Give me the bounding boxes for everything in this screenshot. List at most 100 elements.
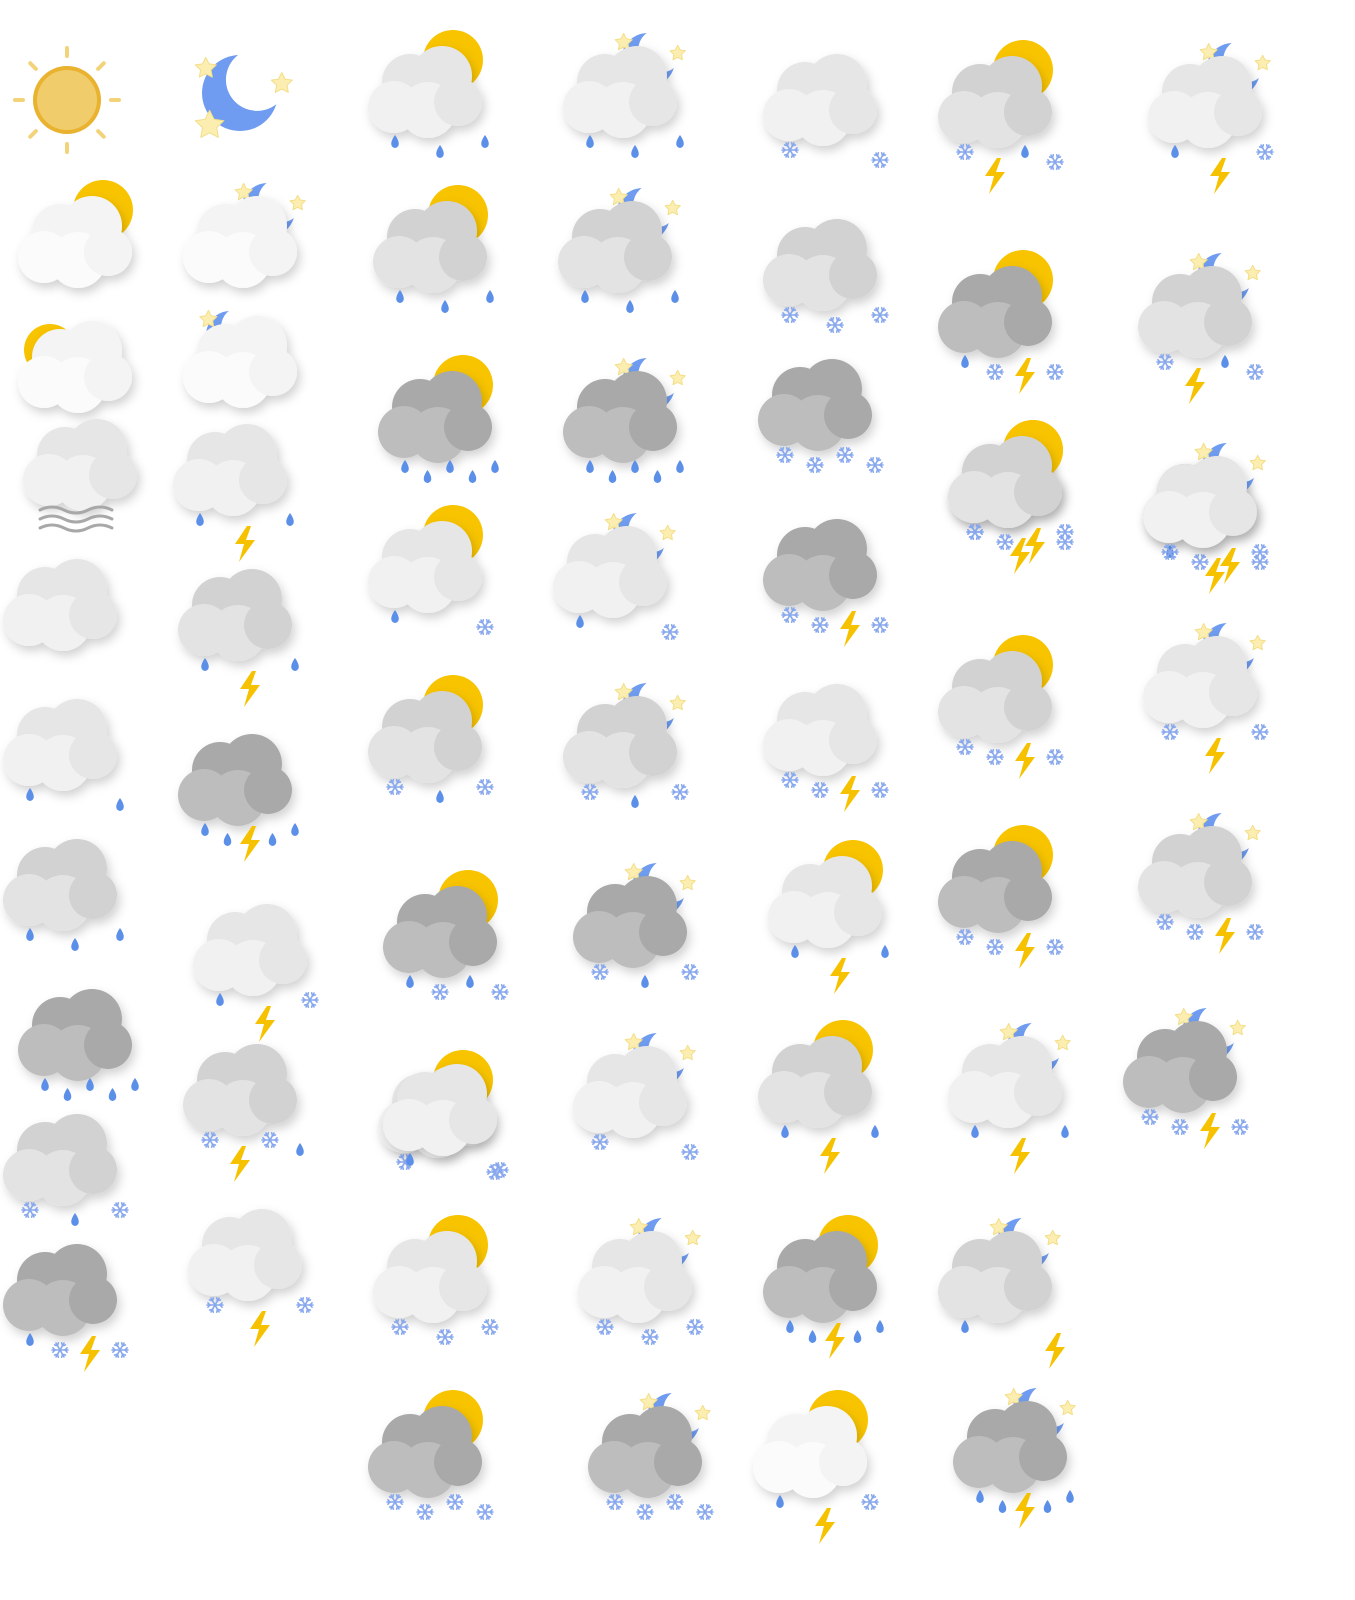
night-rain-thunder-icon	[1148, 38, 1274, 194]
snowflake-icon	[781, 771, 799, 789]
raindrop-icon	[468, 470, 477, 483]
raindrop-icon	[86, 1078, 94, 1091]
raindrop-icon	[116, 928, 124, 941]
snowflake-icon	[811, 616, 829, 634]
day-heavy-thunder-rain-icon	[763, 1215, 884, 1359]
snowflake-icon	[636, 1503, 654, 1521]
cloud-shape	[183, 1044, 297, 1136]
heavy-rain-icon	[18, 989, 139, 1101]
cloud-shape	[573, 1046, 687, 1138]
cloud-shape	[3, 699, 117, 791]
raindrop-icon	[1021, 145, 1029, 158]
cloud-shape	[373, 201, 487, 293]
cloudy-icon	[3, 559, 117, 651]
cloud-shape	[1143, 636, 1257, 728]
cloud-shape	[558, 201, 672, 293]
raindrop-icon	[201, 823, 209, 836]
snowflake-icon	[431, 983, 449, 1001]
raindrop-icon	[436, 790, 444, 803]
lightning-bolt-icon	[815, 1508, 835, 1544]
snowflake-icon	[596, 1318, 614, 1336]
night-partly-cloudy-icon	[183, 178, 306, 288]
lightning-bolt-icon	[80, 1336, 100, 1372]
lightning-bolt-icon	[1185, 368, 1205, 404]
raindrop-icon	[446, 460, 454, 473]
snowflake-icon	[111, 1201, 129, 1219]
cloud-shape	[188, 1209, 302, 1301]
day-sleet-icon	[368, 505, 494, 636]
light-snow-thunder-icon	[188, 1209, 314, 1347]
cloud-shape	[573, 876, 687, 968]
raindrop-icon	[196, 513, 204, 526]
lightning-bolt-icon	[840, 776, 860, 812]
cloud-shape	[1143, 456, 1257, 548]
raindrop-icon	[676, 135, 684, 148]
raindrop-icon	[791, 945, 799, 958]
snowflake-icon	[1161, 723, 1179, 741]
night-heavy-rain-thunder-icon	[953, 1383, 1076, 1529]
cloud-shape	[768, 856, 882, 948]
clear-day-icon	[13, 46, 121, 154]
cloud-shape	[578, 1231, 692, 1323]
snowflake-icon	[986, 748, 1004, 766]
lightning-bolt-icon	[240, 826, 260, 862]
raindrop-icon	[436, 145, 444, 158]
night-thunder-rain-icon	[938, 1213, 1065, 1369]
snowflake-icon	[1251, 543, 1269, 561]
cloud-shape	[563, 46, 677, 138]
snowflake-icon	[581, 783, 599, 801]
snowflake-icon	[641, 1328, 659, 1346]
cloud-shape	[3, 559, 117, 651]
snowflake-icon	[261, 1131, 279, 1149]
cloud-shape	[938, 1231, 1052, 1323]
snowflake-icon	[51, 1341, 69, 1359]
snowflake-icon	[806, 456, 824, 474]
day-snow-storm-icon	[948, 420, 1074, 564]
cloud-shape	[178, 734, 292, 826]
raindrop-icon	[1066, 1490, 1074, 1503]
raindrop-icon	[586, 135, 594, 148]
raindrop-icon	[581, 290, 589, 303]
snowflake-icon	[836, 446, 854, 464]
cloud-shape	[553, 526, 667, 618]
snowflake-icon	[201, 1131, 219, 1149]
day-rain-thunder-icon	[758, 1020, 879, 1174]
raindrop-icon	[1171, 145, 1179, 158]
snow-icon	[763, 54, 889, 169]
raindrop-icon	[491, 460, 499, 473]
snowflake-icon	[446, 1493, 464, 1511]
raindrop-icon	[808, 1330, 817, 1343]
cloud-shape	[763, 54, 877, 146]
snowflake-icon	[871, 616, 889, 634]
cloud-shape	[173, 424, 287, 516]
cloud-shape	[763, 219, 877, 311]
cloud-shape	[378, 371, 492, 463]
lightning-bolt-icon	[1205, 738, 1225, 774]
night-dark-snow-icon	[588, 1388, 714, 1521]
cloud-shape	[368, 46, 482, 138]
snowflake-icon	[966, 523, 984, 541]
cloud-shape	[368, 521, 482, 613]
raindrop-icon	[998, 1500, 1007, 1513]
night-rain-icon	[563, 28, 686, 158]
night-dark-snow-storm-icon	[1123, 1003, 1249, 1149]
snowflake-icon	[1231, 1118, 1249, 1136]
snowflake-icon	[696, 1503, 714, 1521]
snowflake-icon	[1156, 353, 1174, 371]
sun-icon	[13, 46, 121, 154]
snowflake-icon	[386, 1493, 404, 1511]
night-light-thunder-icon	[1143, 618, 1269, 774]
night-snow-storm-icon	[1143, 438, 1269, 594]
cloud-shape	[1138, 266, 1252, 358]
raindrop-icon	[423, 470, 432, 483]
snowflake-icon	[866, 456, 884, 474]
raindrop-icon	[216, 993, 224, 1006]
cloud-shape	[948, 1036, 1062, 1128]
heavy-snow-icon	[758, 359, 884, 474]
raindrop-icon	[391, 610, 399, 623]
raindrop-icon	[871, 1125, 879, 1138]
raindrop-icon	[291, 823, 299, 836]
raindrop-icon	[961, 1320, 969, 1333]
snowflake-icon	[781, 606, 799, 624]
snowflake-icon	[491, 983, 509, 1001]
